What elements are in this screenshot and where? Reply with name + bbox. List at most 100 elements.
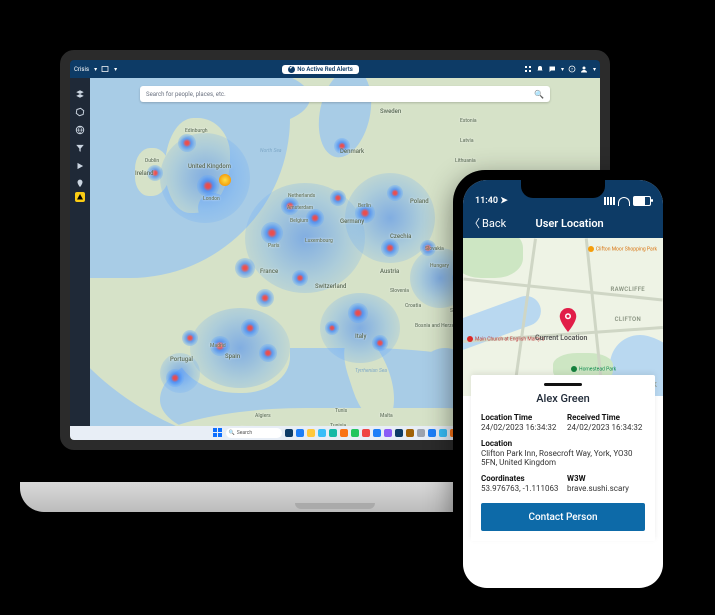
phone-nav-title: User Location [476, 217, 663, 230]
location-arrow-icon: ➤ [500, 196, 508, 206]
map-label: Dublin [145, 158, 159, 164]
user-icon[interactable] [580, 65, 588, 73]
search-icon: 🔍 [534, 90, 544, 99]
map-label: Belgium [290, 218, 308, 224]
brand-label: Crisis [74, 66, 89, 73]
taskbar-app-icon[interactable] [395, 429, 403, 437]
map-label: Paris [268, 243, 279, 249]
contact-person-button[interactable]: Contact Person [481, 503, 645, 531]
globe-icon[interactable] [75, 120, 85, 130]
start-icon[interactable] [213, 428, 223, 438]
map-label: Tunis [335, 408, 347, 414]
sun-marker-icon [219, 174, 231, 186]
map-label: Berlin [358, 203, 371, 209]
map-label: Italy [355, 333, 366, 340]
poi-shopping: Clifton Moor Shopping Park [588, 246, 657, 252]
taskbar-app-icon[interactable] [296, 429, 304, 437]
layers-icon[interactable] [75, 84, 85, 94]
coordinates-value: 53.976763, -1.111063 [481, 484, 559, 493]
map-label: Slovakia [425, 246, 444, 252]
chevron-down-icon[interactable]: ▾ [94, 66, 97, 73]
status-time: 11:40 [475, 196, 498, 206]
chevron-down-icon[interactable]: ▾ [593, 66, 596, 73]
taskbar-app-icon[interactable] [373, 429, 381, 437]
warning-icon[interactable] [75, 192, 85, 202]
map-label: Sweden [380, 108, 401, 115]
pin-label: Current Location [535, 334, 587, 342]
phone-map[interactable]: Clifton Moor Shopping Park Main Church a… [463, 238, 663, 396]
sea-label: Tyrrhenian Sea [355, 368, 387, 374]
card-handle[interactable] [544, 383, 582, 386]
left-toolbar [70, 78, 90, 426]
map-search-input[interactable]: Search for people, places, etc. 🔍 [140, 86, 550, 102]
map-label: Czechia [390, 233, 411, 240]
grid-icon[interactable] [524, 65, 532, 73]
taskbar-app-icon[interactable] [318, 429, 326, 437]
map-label: Madrid [210, 343, 226, 349]
taskbar-app-icon[interactable] [340, 429, 348, 437]
location-time-value: 24/02/2023 16:34:32 [481, 423, 559, 432]
battery-icon [633, 196, 651, 206]
alert-banner-text: No Active Red Alerts [297, 66, 353, 73]
filter-icon[interactable] [75, 138, 85, 148]
current-location-pin[interactable] [559, 308, 577, 332]
map-label: Algiers [255, 413, 271, 419]
play-icon[interactable] [75, 156, 85, 166]
map-label: London [203, 196, 220, 202]
taskbar-app-icon[interactable] [428, 429, 436, 437]
contact-button-label: Contact Person [528, 512, 597, 523]
pin-icon[interactable] [75, 174, 85, 184]
location-card: Alex Green Location Time 24/02/2023 16:3… [471, 375, 655, 541]
chat-icon[interactable] [548, 65, 556, 73]
received-time-value: 24/02/2023 16:34:32 [567, 423, 645, 432]
map-label: Poland [410, 198, 429, 205]
location-time-label: Location Time [481, 413, 559, 422]
district-label: RAWCLIFFE [610, 286, 645, 293]
district-label: CLIFTON [615, 316, 641, 323]
alert-banner[interactable]: No Active Red Alerts [282, 65, 359, 74]
taskbar-app-icon[interactable] [439, 429, 447, 437]
sea-label: North Sea [260, 148, 282, 154]
taskbar-search[interactable]: 🔍 Search [226, 428, 282, 438]
chevron-down-icon[interactable]: ▾ [561, 66, 564, 73]
location-label: Location [481, 439, 645, 448]
received-time-label: Received Time [567, 413, 645, 422]
poi-church: Main Church at English Martyrs [467, 336, 545, 342]
w3w-value: brave.sushi.scary [567, 484, 645, 493]
polygon-icon[interactable] [75, 102, 85, 112]
taskbar-app-icon[interactable] [362, 429, 370, 437]
map-label: Lithuania [455, 158, 476, 164]
svg-text:?: ? [571, 67, 573, 72]
map-label: Switzerland [315, 283, 346, 290]
wifi-icon [618, 197, 630, 206]
map-label: Portugal [170, 356, 193, 363]
taskbar-app-icon[interactable] [351, 429, 359, 437]
check-circle-icon [288, 66, 295, 73]
map-label: United Kingdom [188, 163, 231, 170]
map-label: Germany [340, 218, 364, 225]
map-label: Spain [225, 353, 240, 360]
chevron-down-icon[interactable]: ▾ [114, 66, 117, 73]
taskbar-app-icon[interactable] [384, 429, 392, 437]
map-label: Amsterdam [287, 205, 313, 211]
map-label: Edinburgh [185, 128, 208, 134]
map-label: Malta [380, 413, 393, 419]
taskbar-app-icon[interactable] [307, 429, 315, 437]
taskbar-app-icon[interactable] [417, 429, 425, 437]
map-label: Denmark [340, 148, 364, 155]
taskbar-app-icon[interactable] [329, 429, 337, 437]
signal-icon [604, 197, 615, 205]
coordinates-label: Coordinates [481, 474, 559, 483]
window-icon[interactable] [101, 65, 109, 73]
search-placeholder: Search for people, places, etc. [146, 91, 226, 98]
location-value: Clifton Park Inn, Rosecroft Way, York, Y… [481, 449, 645, 467]
map-label: Ireland [135, 170, 153, 177]
taskbar-app-icon[interactable] [406, 429, 414, 437]
taskbar-app-icon[interactable] [285, 429, 293, 437]
bell-icon[interactable] [536, 65, 544, 73]
map-label: Estonia [460, 118, 477, 124]
w3w-label: W3W [567, 474, 645, 483]
help-icon[interactable]: ? [568, 65, 576, 73]
map-label: Slovenia [390, 288, 409, 294]
map-label: Hungary [430, 263, 449, 269]
